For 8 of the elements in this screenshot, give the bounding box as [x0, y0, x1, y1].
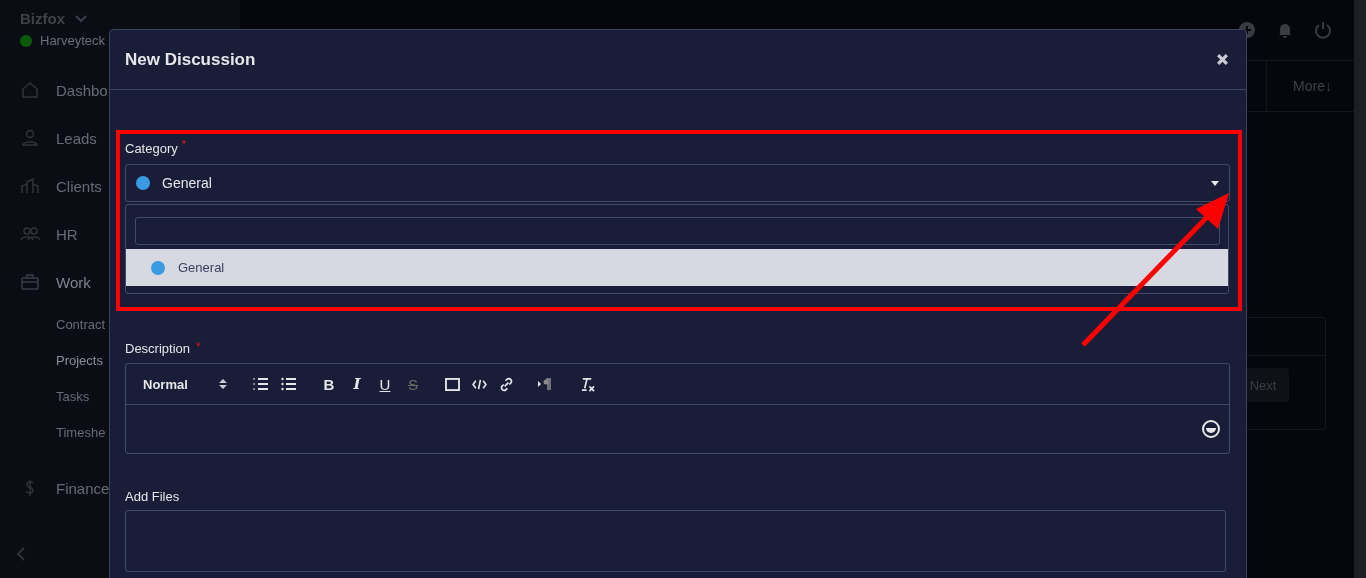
field-label: Category [125, 140, 178, 158]
field-label: Description [125, 340, 191, 358]
user-name: Harveyteck [40, 33, 106, 48]
required-mark: * [181, 139, 187, 150]
modal-title: New Discussion [125, 49, 256, 70]
required-mark: * [196, 340, 201, 354]
field-label: Add Files [125, 488, 180, 506]
select-value: General [162, 175, 213, 191]
